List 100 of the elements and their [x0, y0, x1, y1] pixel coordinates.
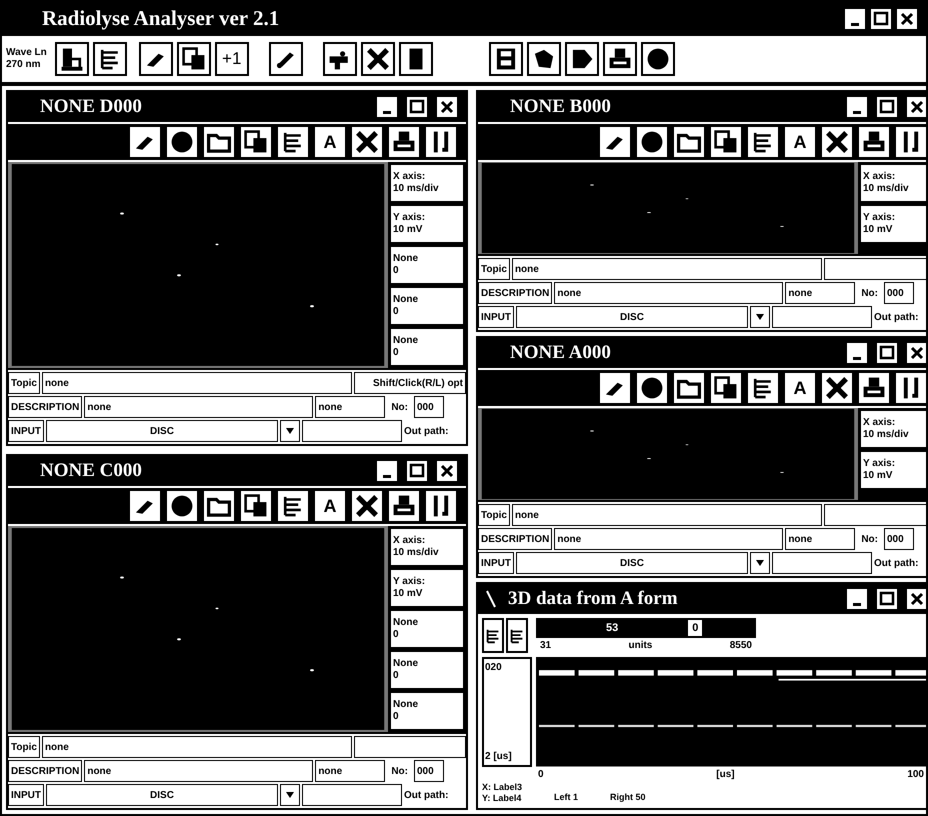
pen-tool-button[interactable]: [128, 125, 162, 159]
input-field[interactable]: DISC: [516, 552, 748, 574]
description-label: DESCRIPTION: [478, 528, 552, 550]
dropdown-button[interactable]: [750, 552, 770, 574]
maximize-button[interactable]: [876, 96, 898, 118]
readout-value: 0: [393, 306, 400, 318]
printer-tool-button[interactable]: [857, 125, 891, 159]
bracket-tool-button[interactable]: [894, 125, 926, 159]
close-icon: [908, 344, 926, 362]
printer-tool-button[interactable]: [602, 42, 637, 76]
brush-tool-button[interactable]: [268, 42, 303, 76]
close-button[interactable]: [436, 460, 458, 482]
minimize-button[interactable]: [846, 96, 868, 118]
input-label: INPUT: [8, 420, 44, 442]
printer-tool-button[interactable]: [387, 125, 421, 159]
printer-tool-button[interactable]: [857, 371, 891, 405]
window-title: NONE B000: [510, 94, 611, 119]
disk-tool-button[interactable]: [488, 42, 523, 76]
path-field[interactable]: [772, 552, 872, 574]
copy-tool-button[interactable]: [239, 489, 273, 523]
maximize-button[interactable]: [406, 460, 428, 482]
slider-bar[interactable]: 53 0: [536, 618, 756, 638]
close-button[interactable]: [906, 588, 926, 610]
close-button[interactable]: [906, 342, 926, 364]
text-tool-button[interactable]: A: [313, 489, 347, 523]
block-tool-button[interactable]: [398, 42, 433, 76]
text-tool-button[interactable]: A: [783, 125, 817, 159]
minimize-button[interactable]: [376, 460, 398, 482]
readout-label: None: [393, 698, 419, 711]
bracket-tool-button[interactable]: [424, 489, 458, 523]
minimize-button[interactable]: [376, 96, 398, 118]
folder-tool-button[interactable]: [202, 489, 236, 523]
bracket-tool-button[interactable]: [424, 125, 458, 159]
text-tool-button[interactable]: A: [313, 125, 347, 159]
number-label: No:: [860, 286, 879, 300]
out-path-label: Out path:: [404, 424, 450, 438]
number-label: No:: [860, 532, 879, 546]
record-tool-button[interactable]: [165, 489, 199, 523]
x-unit-label: [us]: [716, 768, 735, 782]
increment-button[interactable]: +1: [214, 42, 249, 76]
readout-label: X axis:: [393, 170, 426, 183]
close-button[interactable]: [896, 8, 918, 30]
folder-tool-button[interactable]: [672, 125, 706, 159]
readout-value: 10 ms/div: [863, 183, 910, 196]
input-field[interactable]: DISC: [46, 420, 278, 442]
text-tool-button[interactable]: A: [783, 371, 817, 405]
printer-tool-button[interactable]: [387, 489, 421, 523]
wave-value: 270 nm: [6, 59, 42, 72]
input-label: INPUT: [478, 552, 514, 574]
input-field[interactable]: DISC: [46, 784, 278, 806]
minimize-button[interactable]: [844, 8, 866, 30]
list-tool-button[interactable]: [92, 42, 127, 76]
readout-value: 10 ms/div: [393, 547, 440, 560]
copy-tool-button[interactable]: [176, 42, 211, 76]
pen-tool-button[interactable]: [138, 42, 173, 76]
close-button[interactable]: [436, 96, 458, 118]
dropdown-button[interactable]: [280, 420, 300, 442]
record-tool-button[interactable]: [635, 125, 669, 159]
maximize-button[interactable]: [876, 588, 898, 610]
close-button[interactable]: [906, 96, 926, 118]
list-tool-button[interactable]: [746, 371, 780, 405]
path-field[interactable]: [772, 306, 872, 328]
path-field[interactable]: [302, 784, 402, 806]
dropdown-button[interactable]: [750, 306, 770, 328]
list-tool-button[interactable]: [276, 489, 310, 523]
readout-value: 10 mV: [393, 224, 424, 236]
readout-label: Y axis:: [393, 576, 426, 588]
topic-label: Topic: [8, 372, 40, 394]
bracket-tool-button[interactable]: [894, 371, 926, 405]
copy-icon: [713, 129, 739, 155]
list-tool-button[interactable]: [276, 125, 310, 159]
folder-tool-button[interactable]: [672, 371, 706, 405]
readout-label: Y axis:: [393, 212, 426, 224]
tag-tool-button[interactable]: [564, 42, 599, 76]
copy-tool-button[interactable]: [239, 125, 273, 159]
pen-tool-button[interactable]: [598, 125, 632, 159]
record-tool-button[interactable]: [165, 125, 199, 159]
path-field[interactable]: [302, 420, 402, 442]
maximize-button[interactable]: [876, 342, 898, 364]
caret-icon: [756, 560, 764, 566]
minimize-button[interactable]: [846, 588, 868, 610]
heatmap-segment: [697, 670, 733, 676]
description-label: DESCRIPTION: [478, 282, 552, 304]
copy-tool-button[interactable]: [709, 371, 743, 405]
input-field[interactable]: DISC: [516, 306, 748, 328]
list-tool-button[interactable]: [506, 618, 528, 653]
list-tool-button[interactable]: [746, 125, 780, 159]
folder-tool-button[interactable]: [202, 125, 236, 159]
maximize-button[interactable]: [406, 96, 428, 118]
maximize-button[interactable]: [870, 8, 892, 30]
list-tool-button[interactable]: [482, 618, 504, 653]
description-label: DESCRIPTION: [8, 396, 82, 418]
pen-tool-button[interactable]: [598, 371, 632, 405]
out-path-label: Out path:: [404, 788, 450, 802]
pen-tool-button[interactable]: [128, 489, 162, 523]
copy-tool-button[interactable]: [709, 125, 743, 159]
minimize-button[interactable]: [846, 342, 868, 364]
dropdown-button[interactable]: [280, 784, 300, 806]
record-tool-button[interactable]: [635, 371, 669, 405]
record-tool-button[interactable]: [640, 42, 675, 76]
